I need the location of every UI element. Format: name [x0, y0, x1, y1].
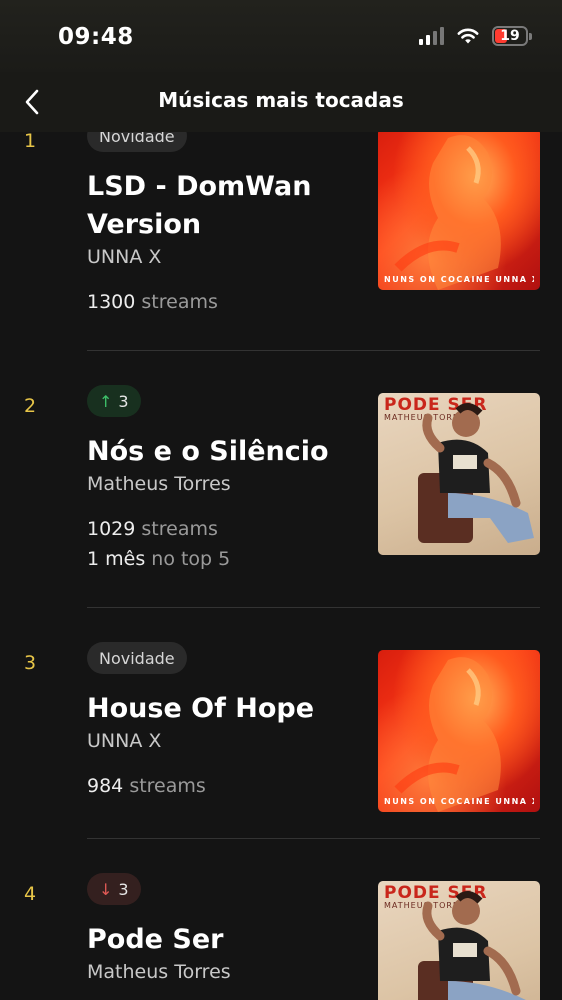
- track-rank: 1: [24, 130, 37, 152]
- track-title: Pode Ser: [87, 924, 224, 955]
- chart-list: 1 Novidade LSD - DomWan Version UNNA X 1…: [0, 86, 562, 1000]
- track-streams: 1300 streams: [87, 291, 218, 313]
- cellular-signal-icon: [419, 27, 444, 45]
- album-cover: PODE SER MATHEUS TORRES: [378, 881, 540, 1000]
- cover-text: NUNS ON COCAINE UNNA X: [384, 275, 534, 284]
- track-title: Nós e o Silêncio: [87, 436, 329, 467]
- arrow-down-icon: ↓: [99, 879, 113, 899]
- cover-art-figure: [394, 135, 501, 290]
- streams-unit: streams: [141, 518, 218, 540]
- track-item[interactable]: 2 ↑ 3 Nós e o Silêncio Matheus Torres 10…: [0, 351, 562, 608]
- cover-art-figure: [418, 891, 526, 1000]
- nav-header: Músicas mais tocadas: [0, 72, 562, 132]
- album-cover: NUNS ON COCAINE UNNA X: [378, 128, 540, 290]
- arrow-up-icon: ↑: [99, 391, 113, 411]
- screen: 09:48 19 Músicas mais tocadas 1 Novidade…: [0, 0, 562, 1000]
- status-bar: 09:48 19: [0, 0, 562, 72]
- track-streams: 1029 streams: [87, 518, 218, 540]
- battery-icon: 19: [492, 26, 532, 46]
- top-unit: no top 5: [151, 548, 231, 570]
- badge-label: 3: [118, 391, 129, 411]
- cover-art-figure: [418, 403, 534, 543]
- streams-value: 1300: [87, 291, 136, 313]
- cover-art-figure: [394, 657, 501, 812]
- track-rank: 4: [24, 883, 37, 905]
- track-title: House Of Hope: [87, 693, 315, 724]
- battery-level: 19: [500, 28, 520, 44]
- track-artist: Matheus Torres: [87, 473, 231, 495]
- track-artist: Matheus Torres: [87, 961, 231, 983]
- streams-unit: streams: [141, 291, 218, 313]
- new-badge: Novidade: [87, 642, 187, 674]
- album-cover: PODE SER MATHEUS TORRES: [378, 393, 540, 555]
- track-item[interactable]: 4 ↓ 3 Pode Ser Matheus Torres PODE SER M…: [0, 839, 562, 1000]
- track-streams: 984 streams: [87, 775, 206, 797]
- track-artist: UNNA X: [87, 730, 162, 752]
- status-icons: 19: [419, 26, 532, 46]
- track-rank: 3: [24, 652, 37, 674]
- page-title: Músicas mais tocadas: [158, 88, 404, 112]
- track-artist: UNNA X: [87, 246, 162, 268]
- cover-text: NUNS ON COCAINE UNNA X: [384, 797, 534, 806]
- wifi-icon: [457, 28, 479, 44]
- track-title: LSD - DomWan Version: [87, 171, 312, 240]
- status-time: 09:48: [58, 24, 134, 50]
- album-cover: NUNS ON COCAINE UNNA X: [378, 650, 540, 812]
- badge-label: 3: [118, 879, 129, 899]
- badge-label: Novidade: [99, 648, 175, 668]
- track-rank: 2: [24, 395, 37, 417]
- streams-value: 1029: [87, 518, 136, 540]
- streams-value: 984: [87, 775, 124, 797]
- track-item[interactable]: 3 Novidade House Of Hope UNNA X 984 stre…: [0, 608, 562, 839]
- streams-unit: streams: [129, 775, 206, 797]
- top-value: 1 mês: [87, 548, 146, 570]
- rank-change-badge: ↑ 3: [87, 385, 141, 417]
- top-duration: 1 mês no top 5: [87, 548, 230, 570]
- rank-change-badge: ↓ 3: [87, 873, 141, 905]
